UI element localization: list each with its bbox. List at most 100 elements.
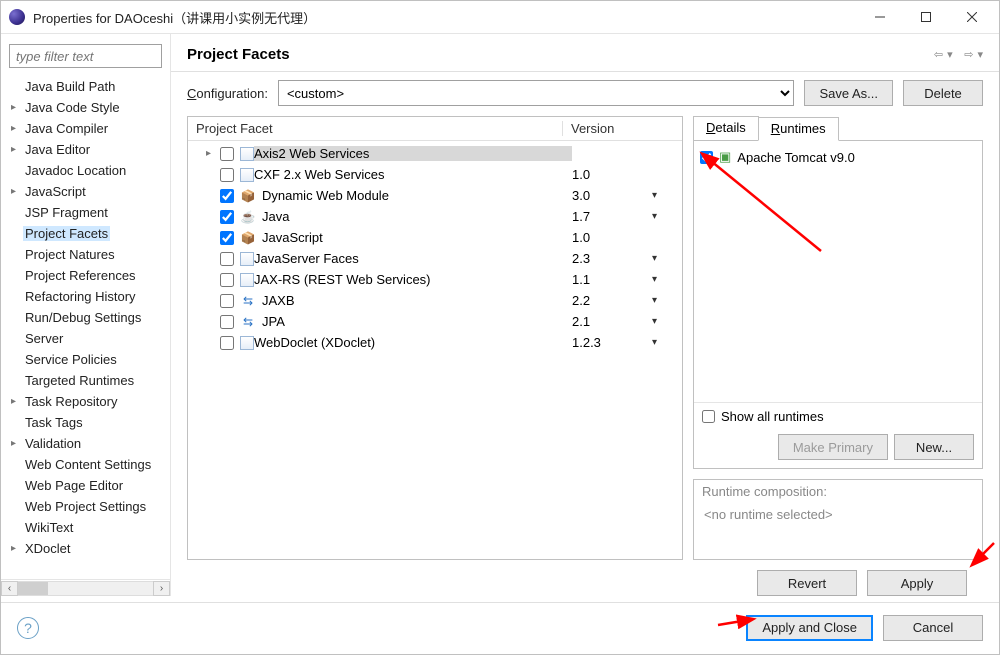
facet-row[interactable]: JavaServer Faces2.3▾: [188, 248, 682, 269]
sidebar-item[interactable]: Run/Debug Settings: [1, 307, 170, 328]
apply-and-close-button[interactable]: Apply and Close: [746, 615, 873, 641]
save-as-button[interactable]: Save As...: [804, 80, 893, 106]
show-all-runtimes-checkbox[interactable]: [702, 410, 715, 423]
facet-row[interactable]: WebDoclet (XDoclet)1.2.3▾: [188, 332, 682, 353]
facet-checkbox[interactable]: [220, 147, 234, 161]
version-dropdown-icon[interactable]: ▾: [652, 274, 682, 285]
history-nav[interactable]: ⇦▾ ⇨▾: [934, 47, 983, 62]
sidebar-item[interactable]: Project Facets: [1, 223, 170, 244]
sidebar-item-label: Project References: [23, 268, 138, 283]
tab-runtimes[interactable]: Runtimes: [758, 117, 839, 141]
sidebar-item[interactable]: ▸XDoclet: [1, 538, 170, 559]
version-dropdown-icon[interactable]: ▾: [652, 316, 682, 327]
facet-row[interactable]: 📦JavaScript1.0: [188, 227, 682, 248]
show-all-runtimes-label: Show all runtimes: [721, 409, 824, 424]
facet-checkbox[interactable]: [220, 336, 234, 350]
facet-version: 2.1: [572, 314, 652, 329]
facet-checkbox[interactable]: [220, 231, 234, 245]
make-primary-button: Make Primary: [778, 434, 888, 460]
sidebar-item[interactable]: Web Content Settings: [1, 454, 170, 475]
sidebar-item[interactable]: Server: [1, 328, 170, 349]
sidebar-item[interactable]: Java Build Path: [1, 76, 170, 97]
configuration-label: Configuration:: [187, 86, 268, 101]
revert-button[interactable]: Revert: [757, 570, 857, 596]
facet-checkbox[interactable]: [220, 252, 234, 266]
facet-checkbox[interactable]: [220, 189, 234, 203]
filter-input[interactable]: [9, 44, 162, 68]
expand-icon[interactable]: ▸: [206, 148, 220, 159]
column-project-facet[interactable]: Project Facet: [188, 121, 562, 136]
sidebar-item-label: JavaScript: [23, 184, 88, 199]
facets-table[interactable]: Project Facet Version ▸Axis2 Web Service…: [187, 116, 683, 560]
configuration-select[interactable]: <custom>: [278, 80, 795, 106]
sidebar-item[interactable]: ▸Validation: [1, 433, 170, 454]
sidebar-item-label: WikiText: [23, 520, 75, 535]
maximize-button[interactable]: [903, 2, 949, 32]
facet-name: Dynamic Web Module: [262, 188, 572, 203]
facet-row[interactable]: ▸Axis2 Web Services: [188, 143, 682, 164]
runtime-item[interactable]: ▣ Apache Tomcat v9.0: [700, 147, 976, 167]
apply-button[interactable]: Apply: [867, 570, 967, 596]
facet-name: JavaScript: [262, 230, 572, 245]
sidebar-item-label: JSP Fragment: [23, 205, 110, 220]
sidebar-item[interactable]: JSP Fragment: [1, 202, 170, 223]
sidebar-item[interactable]: Targeted Runtimes: [1, 370, 170, 391]
cancel-button[interactable]: Cancel: [883, 615, 983, 641]
facet-row[interactable]: 📦Dynamic Web Module3.0▾: [188, 185, 682, 206]
new-runtime-button[interactable]: New...: [894, 434, 974, 460]
sidebar-item[interactable]: Refactoring History: [1, 286, 170, 307]
sidebar-item[interactable]: Web Project Settings: [1, 496, 170, 517]
document-icon: [240, 168, 254, 182]
document-icon: [240, 252, 254, 266]
facet-name: JPA: [262, 314, 572, 329]
version-dropdown-icon[interactable]: ▾: [652, 211, 682, 222]
chevron-right-icon: ▸: [11, 543, 21, 554]
sidebar-scrollbar[interactable]: ‹›: [1, 579, 170, 596]
facet-row[interactable]: JAX-RS (REST Web Services)1.1▾: [188, 269, 682, 290]
sidebar-item[interactable]: Project References: [1, 265, 170, 286]
sidebar-item-label: Java Compiler: [23, 121, 110, 136]
sidebar-item[interactable]: Javadoc Location: [1, 160, 170, 181]
facet-row[interactable]: ⇆JPA2.1▾: [188, 311, 682, 332]
version-dropdown-icon[interactable]: ▾: [652, 295, 682, 306]
facet-row[interactable]: ☕Java1.7▾: [188, 206, 682, 227]
sidebar-item-label: Java Build Path: [23, 79, 117, 94]
sidebar-item[interactable]: Task Tags: [1, 412, 170, 433]
facet-row[interactable]: ⇆JAXB2.2▾: [188, 290, 682, 311]
sidebar-item[interactable]: ▸Task Repository: [1, 391, 170, 412]
sidebar-item[interactable]: Web Page Editor: [1, 475, 170, 496]
facet-name: JAXB: [262, 293, 572, 308]
sidebar-item[interactable]: ▸Java Code Style: [1, 97, 170, 118]
version-dropdown-icon[interactable]: ▾: [652, 190, 682, 201]
chevron-right-icon: ▸: [11, 102, 21, 113]
version-dropdown-icon[interactable]: ▾: [652, 337, 682, 348]
close-button[interactable]: [949, 2, 995, 32]
sidebar-item-label: Web Project Settings: [23, 499, 148, 514]
facet-row[interactable]: CXF 2.x Web Services1.0: [188, 164, 682, 185]
version-dropdown-icon[interactable]: ▾: [652, 253, 682, 264]
jar-icon: 📦: [240, 230, 256, 246]
facet-checkbox[interactable]: [220, 294, 234, 308]
sidebar-item[interactable]: ▸Java Compiler: [1, 118, 170, 139]
page-title: Project Facets: [187, 46, 934, 63]
sidebar-item[interactable]: ▸JavaScript: [1, 181, 170, 202]
sidebar-item-label: Java Code Style: [23, 100, 122, 115]
sidebar-item[interactable]: Project Natures: [1, 244, 170, 265]
title-bar: Properties for DAOceshi（讲课用小实例无代理）: [1, 1, 999, 33]
minimize-button[interactable]: [857, 2, 903, 32]
facet-checkbox[interactable]: [220, 168, 234, 182]
facet-checkbox[interactable]: [220, 273, 234, 287]
sidebar-item-label: Web Content Settings: [23, 457, 153, 472]
facet-checkbox[interactable]: [220, 315, 234, 329]
sidebar-item[interactable]: Service Policies: [1, 349, 170, 370]
delete-button[interactable]: Delete: [903, 80, 983, 106]
sidebar-item-label: Java Editor: [23, 142, 92, 157]
facet-checkbox[interactable]: [220, 210, 234, 224]
column-version[interactable]: Version: [562, 121, 682, 136]
sidebar-item[interactable]: ▸Java Editor: [1, 139, 170, 160]
sidebar-item[interactable]: WikiText: [1, 517, 170, 538]
runtime-checkbox[interactable]: [700, 151, 713, 164]
help-icon[interactable]: ?: [17, 617, 39, 639]
tab-details[interactable]: Details: [693, 116, 759, 140]
category-list[interactable]: Java Build Path▸Java Code Style▸Java Com…: [1, 74, 170, 579]
